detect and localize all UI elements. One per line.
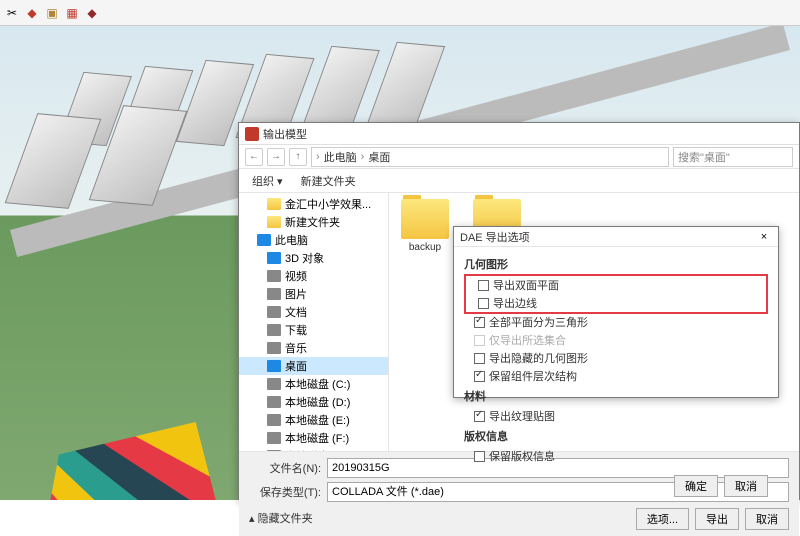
building <box>5 113 102 209</box>
options-titlebar: DAE 导出选项 × <box>454 227 778 247</box>
folder-icon <box>267 252 281 264</box>
sidebar-item[interactable]: 新建文件夹 <box>239 213 388 231</box>
file-label: backup <box>395 242 455 253</box>
folder-icon <box>267 396 281 408</box>
sidebar-item[interactable]: 本地磁盘 (E:) <box>239 411 388 429</box>
nav-back-button[interactable]: ← <box>245 148 263 166</box>
sidebar-item[interactable]: 本地磁盘 (C:) <box>239 375 388 393</box>
nav-bar: ← → ↑ › 此电脑 › 桌面 搜索"桌面" <box>239 145 799 169</box>
sidebar-item-label: 3D 对象 <box>285 250 324 266</box>
sidebar-item[interactable]: 本地磁盘 (D:) <box>239 393 388 411</box>
search-input[interactable]: 搜索"桌面" <box>673 147 793 167</box>
highlight-area: 导出双面平面 导出边线 <box>464 274 768 314</box>
organize-button[interactable]: 组织 ▾ <box>245 170 290 192</box>
nav-fwd-button[interactable]: → <box>267 148 285 166</box>
cube-icon[interactable]: ▦ <box>64 5 80 21</box>
folder-icon <box>267 216 281 228</box>
cancel-button[interactable]: 取消 <box>724 475 768 497</box>
breadcrumb[interactable]: 桌面 <box>368 149 390 165</box>
address-bar[interactable]: › 此电脑 › 桌面 <box>311 147 669 167</box>
sidebar-item-label: 桌面 <box>285 358 307 374</box>
app-icon <box>245 127 259 141</box>
close-icon[interactable]: × <box>756 229 772 245</box>
sidebar-item[interactable]: 下载 <box>239 321 388 339</box>
sidebar-item-label: 音乐 <box>285 340 307 356</box>
filename-label: 文件名(N): <box>249 460 321 476</box>
sidebar-item-label: 视频 <box>285 268 307 284</box>
sidebar-item-label: 文档 <box>285 304 307 320</box>
sidebar-item[interactable]: 本地磁盘 (F:) <box>239 429 388 447</box>
folder-icon <box>267 360 281 372</box>
opt-hidden-geom[interactable]: 导出隐藏的几何图形 <box>464 349 768 367</box>
main-toolbar: ✂ ◆ ▣ ▦ ◆ <box>0 0 800 26</box>
dialog-titlebar: 输出模型 <box>239 123 799 145</box>
folder-icon <box>267 306 281 318</box>
sidebar-item[interactable]: 音乐 <box>239 339 388 357</box>
nav-up-button[interactable]: ↑ <box>289 148 307 166</box>
folder-icon <box>267 288 281 300</box>
opt-edges[interactable]: 导出边线 <box>468 294 764 312</box>
sidebar-item-label: 本地磁盘 (C:) <box>285 376 350 392</box>
folder-icon <box>267 342 281 354</box>
sidebar-item-label: 本地磁盘 (D:) <box>285 394 350 410</box>
sidebar-item-label: 本地磁盘 (G:) <box>285 448 351 451</box>
sidebar-item[interactable]: 图片 <box>239 285 388 303</box>
opt-triangulate[interactable]: 全部平面分为三角形 <box>464 313 768 331</box>
sidebar: 金汇中小学效果... 新建文件夹此电脑 3D 对象视频图片文档下载音乐桌面本地磁盘 … <box>239 193 389 451</box>
new-folder-button[interactable]: 新建文件夹 <box>294 170 363 192</box>
sidebar-item[interactable]: 本地磁盘 (G:) <box>239 447 388 451</box>
sidebar-item-label: 金汇中小学效果... <box>285 196 371 212</box>
scissors-icon[interactable]: ✂ <box>4 5 20 21</box>
opt-hidden: 仅导出所选集合 <box>464 331 768 349</box>
opt-credit[interactable]: 保留版权信息 <box>464 447 768 465</box>
options-dialog: DAE 导出选项 × 几何图形 导出双面平面 导出边线 全部平面分为三角形 仅导… <box>453 226 779 398</box>
opt-preserve-hier[interactable]: 保留组件层次结构 <box>464 367 768 385</box>
sidebar-item-label: 本地磁盘 (E:) <box>285 412 350 428</box>
sidebar-item[interactable]: 桌面 <box>239 357 388 375</box>
sidebar-item-label: 本地磁盘 (F:) <box>285 430 349 446</box>
cancel-button[interactable]: 取消 <box>745 508 789 530</box>
sidebar-item-label: 图片 <box>285 286 307 302</box>
ok-button[interactable]: 确定 <box>674 475 718 497</box>
sidebar-item[interactable]: 视频 <box>239 267 388 285</box>
options-title: DAE 导出选项 <box>460 229 756 245</box>
options-body: 几何图形 导出双面平面 导出边线 全部平面分为三角形 仅导出所选集合 导出隐藏的… <box>454 247 778 471</box>
breadcrumb[interactable]: 此电脑 <box>324 149 357 165</box>
opt-textures[interactable]: 导出纹理贴图 <box>464 407 768 425</box>
folder-icon <box>267 198 281 210</box>
folder-icon <box>267 378 281 390</box>
diamond-red-icon[interactable]: ◆ <box>24 5 40 21</box>
dialog-toolbar: 组织 ▾ 新建文件夹 <box>239 169 799 193</box>
section-geometry: 几何图形 <box>464 256 768 272</box>
options-footer: 确定 取消 <box>454 471 778 501</box>
sidebar-item-label: 下载 <box>285 322 307 338</box>
sidebar-item[interactable]: 金汇中小学效果... <box>239 195 388 213</box>
folder-icon <box>267 270 281 282</box>
options-button[interactable]: 选项... <box>636 508 689 530</box>
opt-two-sided[interactable]: 导出双面平面 <box>468 276 764 294</box>
sidebar-item[interactable]: 此电脑 <box>239 231 388 249</box>
diamond-dark-icon[interactable]: ◆ <box>84 5 100 21</box>
folder-icon <box>267 324 281 336</box>
hide-folders-toggle[interactable]: ▴ 隐藏文件夹 <box>249 506 313 530</box>
folder-icon <box>257 234 271 246</box>
sidebar-item[interactable]: 3D 对象 <box>239 249 388 267</box>
file-item[interactable]: backup <box>395 199 455 253</box>
export-button[interactable]: 导出 <box>695 508 739 530</box>
folder-icon <box>267 414 281 426</box>
sidebar-item-label: 此电脑 <box>275 232 308 248</box>
section-copyright: 版权信息 <box>464 428 768 444</box>
sidebar-item-label: 新建文件夹 <box>285 214 340 230</box>
dialog-title: 输出模型 <box>263 126 793 142</box>
bag-icon[interactable]: ▣ <box>44 5 60 21</box>
folder-icon <box>267 432 281 444</box>
colorful-building <box>45 422 217 500</box>
filetype-label: 保存类型(T): <box>249 484 321 500</box>
sidebar-item[interactable]: 文档 <box>239 303 388 321</box>
folder-icon <box>401 199 449 239</box>
section-material: 材料 <box>464 388 768 404</box>
folder-icon <box>267 450 281 451</box>
